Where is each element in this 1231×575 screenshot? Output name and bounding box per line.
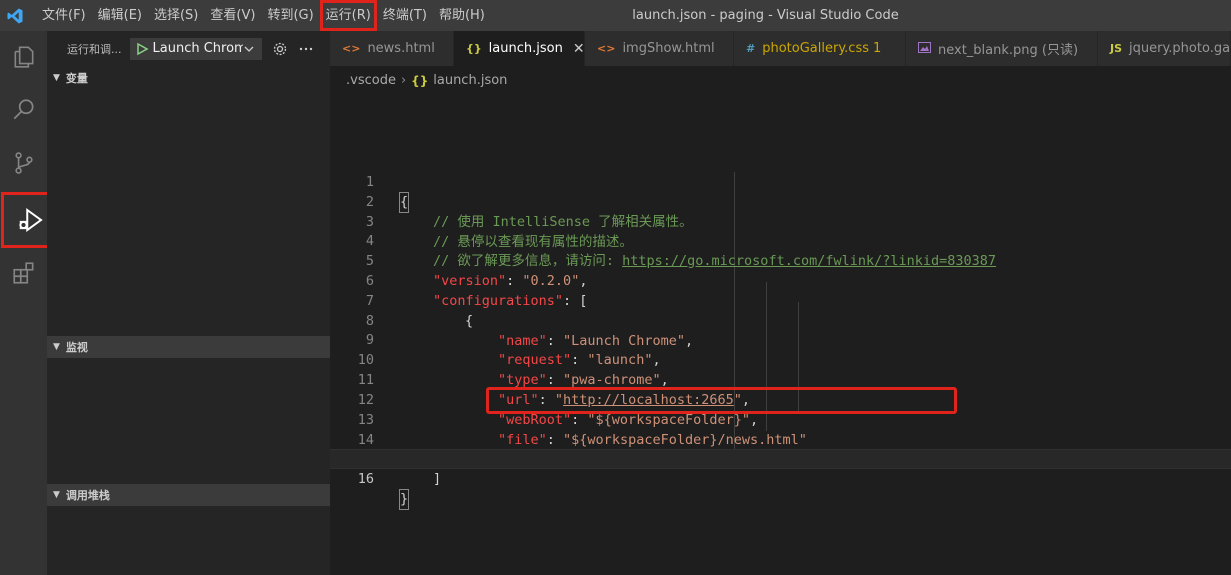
tab-label: jquery.photo.gal [1129,41,1231,56]
watch-section-title: 监视 [65,341,88,354]
code-line: 7 { [330,272,1231,329]
variables-section-title: 变量 [65,72,88,85]
menu-help[interactable]: 帮助(H) [433,0,491,31]
watch-section-header[interactable]: ▼ 监视 [47,336,330,358]
menu-selection[interactable]: 选择(S) [148,0,204,31]
chevron-down-icon: ▼ [53,73,60,83]
breadcrumb-file[interactable]: launch.json [433,70,507,92]
menu-terminal[interactable]: 终端(T) [377,0,433,31]
code-line: 11 "url": "http://localhost:2665", [330,351,1231,408]
code-line: 5 "version": "0.2.0", [330,232,1231,289]
gear-icon[interactable] [272,41,288,57]
chevron-down-icon [244,46,253,52]
code-text: } [398,488,410,511]
more-actions-icon[interactable] [298,41,314,57]
run-debug-sidebar: 运行和调... Launch Chrome ▼ 变量 ▼ 监视 ▼ 调用堆栈 [47,31,330,575]
menu-go[interactable]: 转到(G) [261,0,319,31]
code-line: 6 "configurations": [ [330,252,1231,309]
chevron-down-icon: ▼ [53,490,60,500]
chevron-down-icon: ▼ [53,342,60,352]
annotation-highlight-box [486,387,957,414]
tab-label: next_blank.png (只读) [938,43,1079,58]
code-line: 15 ] [330,430,1231,487]
tab-label: photoGallery.css [762,41,869,56]
breadcrumb: .vscode › {} launch.json [346,70,507,92]
vscode-logo-icon [0,0,30,31]
menu-run[interactable]: 运行(R) [319,0,377,31]
callstack-section-title: 调用堆栈 [65,489,110,502]
code-line: 8 "name": "Launch Chrome", [330,292,1231,349]
start-debugging-icon[interactable] [135,42,149,56]
code-line: 3 // 悬停以查看现有属性的描述。 [330,193,1231,250]
code-line-current: 16 } [330,449,1231,511]
css-file-icon: # [746,42,756,55]
run-debug-title: 运行和调... [67,42,122,56]
launch-config-name: Launch Chrome [152,41,243,56]
sidebar-header: 运行和调... Launch Chrome [47,31,330,66]
json-file-icon: {} [411,74,429,88]
extensions-icon[interactable] [0,249,47,297]
code-line: 2 // 使用 IntelliSense 了解相关属性。 [330,173,1231,230]
chevron-right-icon: › [400,73,407,88]
json-file-icon: {} [466,42,482,55]
title-bar: 文件(F) 编辑(E) 选择(S) 查看(V) 转到(G) 运行(R) 终端(T… [0,0,1231,31]
close-icon[interactable]: ✕ [573,41,585,57]
menu-file[interactable]: 文件(F) [36,0,92,31]
callstack-section-header[interactable]: ▼ 调用堆栈 [47,484,330,506]
image-file-icon [918,41,931,56]
breadcrumb-folder[interactable]: .vscode [346,70,396,92]
tab-photogallery-css[interactable]: # photoGallery.css 1 [734,31,906,66]
launch-config-select[interactable]: Launch Chrome [129,37,262,60]
js-file-icon: JS [1110,42,1123,55]
code-line: 1 { [330,153,1231,214]
variables-section-header[interactable]: ▼ 变量 [47,67,330,89]
html-file-icon: <> [597,42,616,55]
code-line: 4 // 欲了解更多信息，请访问: https://go.microsoft.c… [330,212,1231,269]
activity-bar [0,31,60,575]
search-icon[interactable] [0,86,47,134]
tab-label: imgShow.html [622,41,715,56]
line-number: 16 [357,470,374,487]
html-file-icon: <> [342,42,361,55]
tab-news-html[interactable]: <> news.html [330,31,454,66]
editor-tabs: <> news.html {} launch.json ✕ <> imgShow… [330,31,1231,66]
tab-launch-json[interactable]: {} launch.json ✕ [454,31,585,66]
code-text: ] [433,470,442,487]
menu-edit[interactable]: 编辑(E) [92,0,148,31]
tab-label: news.html [367,41,435,56]
explorer-icon[interactable] [0,33,47,81]
tab-imgshow-html[interactable]: <> imgShow.html [585,31,734,66]
code-line: 10 "type": "pwa-chrome", [330,331,1231,388]
tab-jquery-photo[interactable]: JS jquery.photo.gal [1098,31,1231,66]
source-control-icon[interactable] [0,139,47,187]
menu-view[interactable]: 查看(V) [204,0,261,31]
code-editor[interactable]: 1 { 2 // 使用 IntelliSense 了解相关属性。 3 // 悬停… [330,150,1231,511]
menu-bar: 文件(F) 编辑(E) 选择(S) 查看(V) 转到(G) 运行(R) 终端(T… [36,0,491,31]
tab-next-blank-png[interactable]: next_blank.png (只读) [906,31,1098,66]
code-line: 9 "request": "launch", [330,311,1231,368]
tab-label: launch.json [488,41,563,56]
problems-badge: 1 [873,41,882,56]
